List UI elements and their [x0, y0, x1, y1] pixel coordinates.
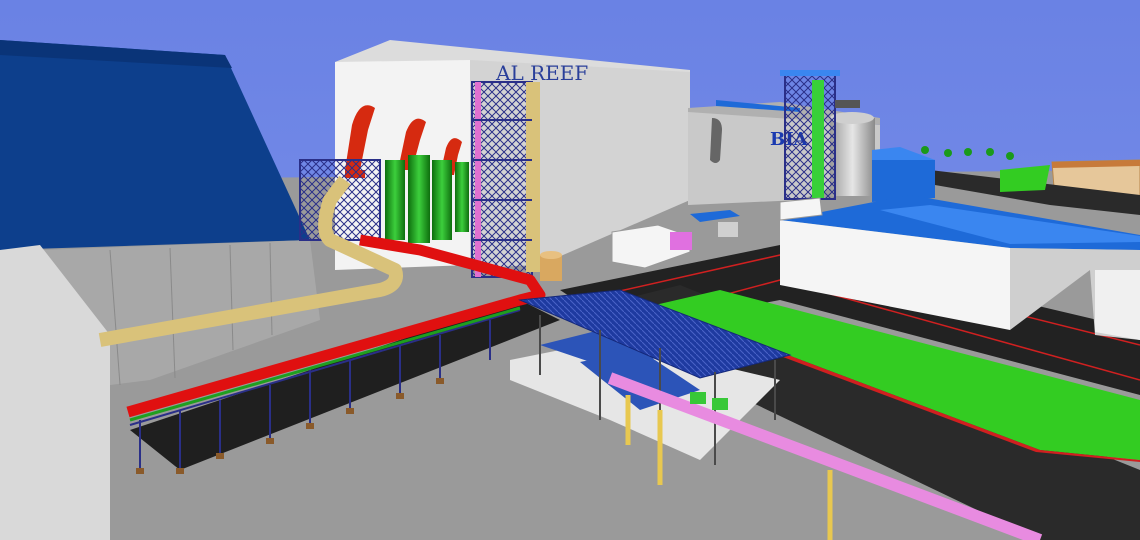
- green-vessels: [385, 155, 469, 243]
- process-steel-tower: [471, 81, 540, 278]
- plant-3d-rendering: AL REEF BIA: [0, 0, 1140, 540]
- silo: [830, 118, 875, 196]
- facade-duct: [710, 118, 722, 163]
- left-steel-structure: [299, 159, 381, 241]
